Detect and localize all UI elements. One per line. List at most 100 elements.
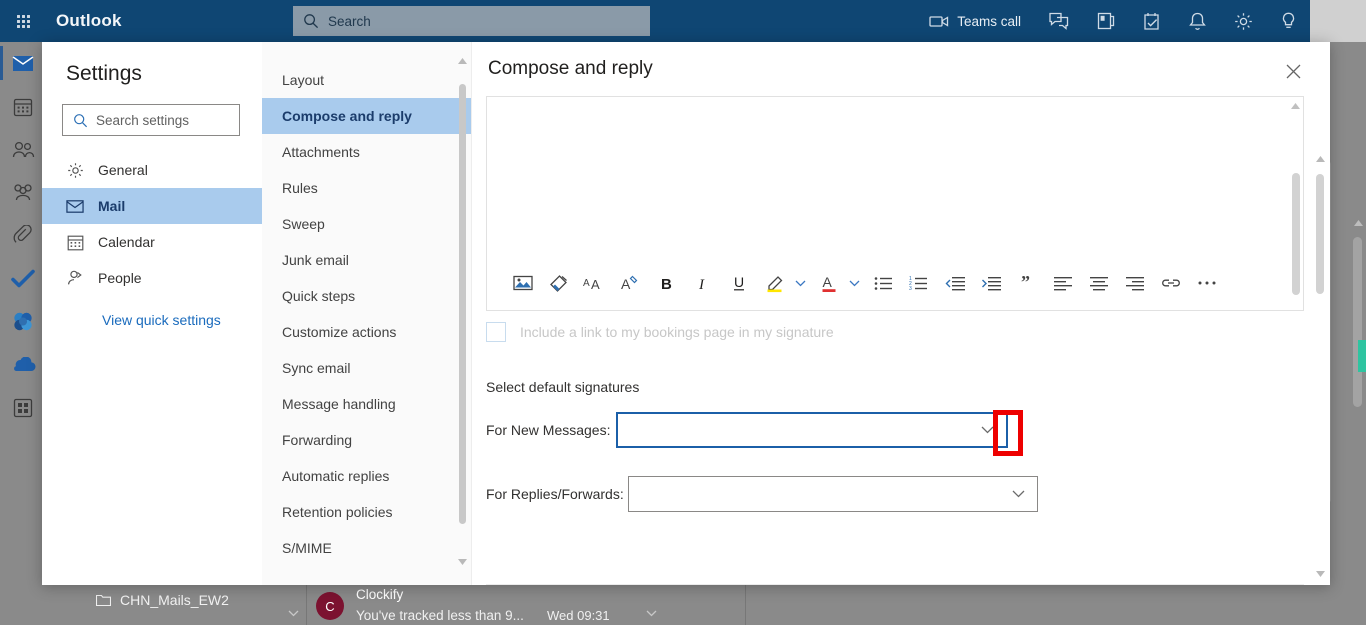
category-label: Attachments: [282, 144, 360, 160]
sidebar-item-label: People: [98, 270, 142, 286]
todo-tasks-button[interactable]: [1129, 0, 1175, 42]
quote-icon[interactable]: ”: [1009, 266, 1045, 300]
category-item-forwarding[interactable]: Forwarding: [262, 422, 471, 458]
font-size-icon[interactable]: AA: [577, 266, 613, 300]
strip-divider-1: [306, 580, 307, 625]
notifications-button[interactable]: [1175, 0, 1220, 42]
video-camera-icon: [929, 15, 949, 28]
close-icon[interactable]: [1280, 58, 1306, 84]
rail-item-groups[interactable]: [0, 171, 46, 214]
settings-category-column: Layout Compose and reply Attachments Rul…: [262, 42, 472, 585]
avatar[interactable]: C: [316, 592, 344, 620]
app-launcher-waffle-grid-icon[interactable]: [0, 0, 46, 42]
teams-chat-button[interactable]: [1035, 0, 1083, 42]
search-input[interactable]: Search: [293, 6, 650, 36]
category-item-junk-email[interactable]: Junk email: [262, 242, 471, 278]
svg-text:B: B: [661, 276, 672, 292]
background-folder-row[interactable]: CHN_Mails_EW2: [96, 592, 229, 608]
highlight-color-icon[interactable]: [757, 266, 793, 300]
insert-picture-icon[interactable]: [505, 266, 541, 300]
for-replies-forwards-dropdown[interactable]: [628, 476, 1038, 512]
calendar-icon: [66, 234, 84, 251]
sidebar-item-people[interactable]: People: [42, 260, 262, 296]
detail-scrollbar-thumb[interactable]: [1316, 174, 1324, 294]
brand-outlook[interactable]: Outlook: [56, 11, 122, 31]
category-item-quick-steps[interactable]: Quick steps: [262, 278, 471, 314]
settings-search-input[interactable]: Search settings: [62, 104, 240, 136]
rail-item-viva-engage[interactable]: [0, 300, 46, 343]
category-item-rules[interactable]: Rules: [262, 170, 471, 206]
increase-indent-icon[interactable]: [973, 266, 1009, 300]
rail-item-calendar[interactable]: [0, 85, 46, 128]
rail-item-onedrive[interactable]: [0, 343, 46, 386]
skype-contacts-button[interactable]: [1083, 0, 1129, 42]
top-right-actions: Teams call: [915, 0, 1310, 42]
category-item-attachments[interactable]: Attachments: [262, 134, 471, 170]
clear-formatting-icon[interactable]: A: [613, 266, 649, 300]
sidebar-item-calendar[interactable]: Calendar: [42, 224, 262, 260]
italic-icon[interactable]: I: [685, 266, 721, 300]
decrease-indent-icon[interactable]: [937, 266, 973, 300]
category-label: S/MIME: [282, 540, 332, 556]
tips-lightbulb-button[interactable]: [1267, 0, 1310, 42]
bold-icon[interactable]: B: [649, 266, 685, 300]
svg-text:A: A: [621, 276, 631, 292]
category-item-layout[interactable]: Layout: [262, 62, 471, 98]
signature-text-area[interactable]: [487, 97, 1303, 257]
view-quick-settings-link[interactable]: View quick settings: [42, 312, 262, 328]
for-replies-forwards-label: For Replies/Forwards:: [486, 486, 624, 502]
category-item-sweep[interactable]: Sweep: [262, 206, 471, 242]
rail-item-mail[interactable]: [0, 42, 46, 85]
font-color-chevron-down-icon[interactable]: [843, 266, 865, 300]
category-item-compose-and-reply[interactable]: Compose and reply: [262, 98, 471, 134]
search-icon: [73, 113, 88, 128]
background-bottom-strip: [46, 580, 1366, 625]
category-item-message-handling[interactable]: Message handling: [262, 386, 471, 422]
topbar-profile-area[interactable]: [1310, 0, 1366, 42]
background-folder-caret-icon[interactable]: [288, 610, 299, 617]
background-scrollbar-thumb[interactable]: [1353, 237, 1362, 407]
detail-pane-body: AA A B I U A 1 2 3 ” Include a link to m…: [472, 96, 1330, 585]
gear-settings-icon: [1234, 12, 1253, 31]
align-right-icon[interactable]: [1117, 266, 1153, 300]
sidebar-item-general[interactable]: General: [42, 152, 262, 188]
bulleted-list-icon[interactable]: [865, 266, 901, 300]
format-painter-icon[interactable]: [541, 266, 577, 300]
sidebar-item-mail[interactable]: Mail: [42, 188, 262, 224]
align-left-icon[interactable]: [1045, 266, 1081, 300]
category-item-smime[interactable]: S/MIME: [262, 530, 471, 566]
settings-nav-list: General Mail Calendar People: [42, 152, 262, 296]
bookings-checkbox-row[interactable]: Include a link to my bookings page in my…: [486, 322, 834, 342]
category-label: Message handling: [282, 396, 396, 412]
background-folder-label: CHN_Mails_EW2: [120, 592, 229, 608]
rail-item-all-apps[interactable]: [0, 386, 46, 429]
category-item-customize-actions[interactable]: Customize actions: [262, 314, 471, 350]
category-scrollbar-thumb[interactable]: [459, 84, 466, 524]
category-item-automatic-replies[interactable]: Automatic replies: [262, 458, 471, 494]
font-color-icon[interactable]: A: [811, 266, 847, 300]
rail-item-to-do[interactable]: [0, 257, 46, 300]
category-item-retention-policies[interactable]: Retention policies: [262, 494, 471, 530]
rail-item-files[interactable]: [0, 214, 46, 257]
person-icon: [66, 270, 84, 286]
settings-nav-column: Settings Search settings General Mail Ca…: [42, 42, 262, 585]
more-options-icon[interactable]: [1189, 266, 1225, 300]
settings-gear-button[interactable]: [1220, 0, 1267, 42]
insert-link-icon[interactable]: [1153, 266, 1189, 300]
background-message-caret-icon[interactable]: [646, 610, 657, 617]
sidebar-item-label: General: [98, 162, 148, 178]
teams-call-button[interactable]: Teams call: [915, 0, 1035, 42]
numbered-list-icon[interactable]: 123: [901, 266, 937, 300]
category-scroll-down-arrow[interactable]: [458, 559, 467, 565]
underline-icon[interactable]: U: [721, 266, 757, 300]
highlight-color-chevron-down-icon[interactable]: [789, 266, 811, 300]
align-center-icon[interactable]: [1081, 266, 1117, 300]
rail-item-people[interactable]: [0, 128, 46, 171]
bookings-checkbox[interactable]: [486, 322, 506, 342]
todo-tasks-icon: [1143, 12, 1161, 31]
detail-scroll-down-arrow[interactable]: [1316, 571, 1325, 577]
category-item-sync-email[interactable]: Sync email: [262, 350, 471, 386]
search-icon: [303, 13, 319, 29]
svg-text:”: ”: [1021, 275, 1030, 291]
for-new-messages-dropdown[interactable]: [616, 412, 1008, 448]
